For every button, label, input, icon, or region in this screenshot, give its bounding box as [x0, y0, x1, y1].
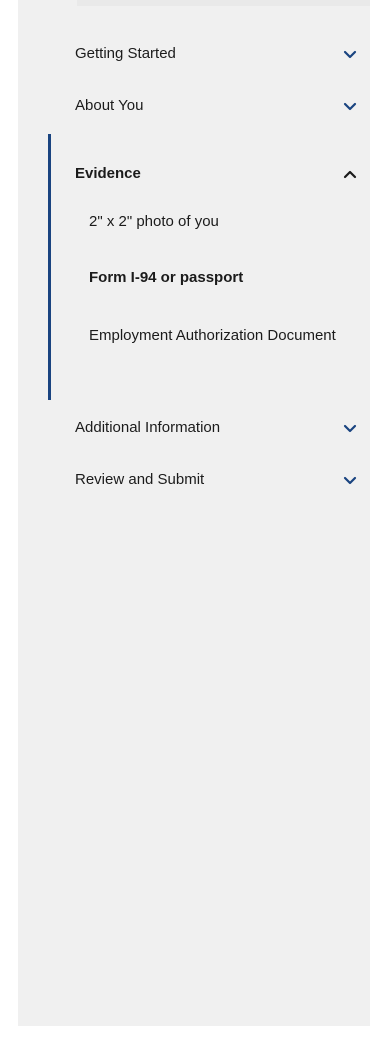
sidebar-item-label: Review and Submit	[75, 471, 205, 488]
sidebar-item-label: About You	[75, 97, 144, 114]
sidebar-item-about-you[interactable]: About You	[57, 92, 370, 120]
sub-item-photo[interactable]: 2" x 2" photo of you	[89, 210, 359, 234]
sidebar-item-review-and-submit[interactable]: Review and Submit	[57, 466, 370, 494]
sidebar-section-evidence: Evidence 2" x 2" photo of you Form I-94 …	[48, 134, 370, 400]
sidebar-item-label: Evidence	[75, 165, 141, 182]
panel-top-divider	[77, 0, 370, 6]
sub-item-form-i-94[interactable]: Form I-94 or passport	[89, 266, 359, 290]
sidebar-item-additional-information[interactable]: Additional Information	[57, 414, 370, 442]
sidebar-item-label: Getting Started	[75, 45, 176, 62]
sidebar-item-evidence[interactable]: Evidence	[48, 160, 370, 188]
chevron-up-icon	[343, 170, 357, 179]
chevron-down-icon	[343, 476, 357, 485]
chevron-down-icon	[343, 424, 357, 433]
sub-item-employment-authorization[interactable]: Employment Authorization Document	[89, 324, 359, 348]
chevron-down-icon	[343, 50, 357, 59]
sidebar-item-label: Additional Information	[75, 419, 221, 436]
sidebar-item-getting-started[interactable]: Getting Started	[57, 40, 370, 68]
chevron-down-icon	[343, 102, 357, 111]
